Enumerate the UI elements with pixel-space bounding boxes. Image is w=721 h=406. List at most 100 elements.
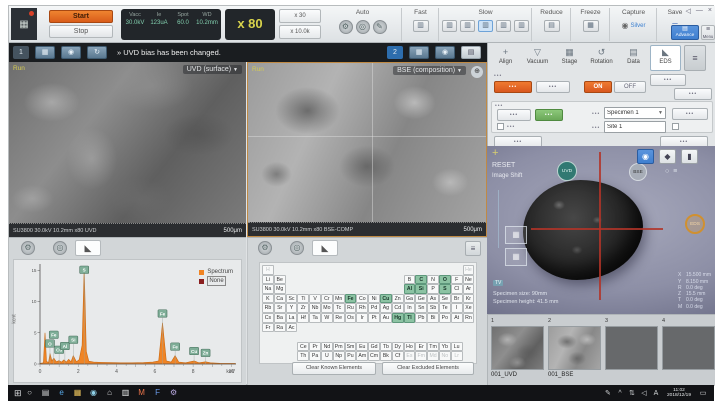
element-sr[interactable]: Sr [274,303,286,313]
tab-data[interactable]: ▤Data [618,45,649,71]
app-f-icon[interactable]: F [150,385,166,401]
periodic-auto-icon[interactable]: ◎ [290,241,304,255]
site-checkbox-2[interactable] [672,123,679,130]
sem-image-bse[interactable] [248,63,486,222]
element-np[interactable]: Np [333,351,345,361]
advance-mode-button[interactable]: ▤ Advance [671,25,699,40]
element-re[interactable]: Re [333,313,345,323]
element-sn[interactable]: Sn [415,303,427,313]
thumbnail-empty[interactable] [662,326,715,370]
auto-focus-icon[interactable]: ✎ [373,20,387,34]
element-w[interactable]: W [321,313,333,323]
panel-2-layout-icon[interactable]: ▦ [409,46,429,59]
element-ge[interactable]: Ge [415,294,427,304]
element-pb[interactable]: Pb [415,313,427,323]
element-o[interactable]: O [439,275,451,285]
search-icon[interactable]: ○ [22,385,38,401]
panel-2-badge[interactable]: 2 [387,46,403,59]
specimen-option-button[interactable]: ••• [672,108,708,120]
store-icon[interactable]: ▥ [118,385,134,401]
zoom-in-button[interactable]: ▦ [505,226,527,244]
tray-expand-icon[interactable]: ^ [614,390,626,397]
element-s[interactable]: S [439,284,451,294]
element-po[interactable]: Po [439,313,451,323]
element-ti[interactable]: Ti [297,294,309,304]
element-ca[interactable]: Ca [274,294,286,304]
scope-detector-button[interactable]: ▮ [681,149,698,164]
start-button[interactable]: Start [49,10,113,23]
thumbnail-slot-2[interactable]: 2001_BSE [548,318,603,384]
element-ho[interactable]: Ho [404,342,416,352]
panel-1-badge[interactable]: 1 [13,46,29,59]
element-cl[interactable]: Cl [451,284,463,294]
element-i[interactable]: I [451,303,463,313]
element-zn[interactable]: Zn [392,294,404,304]
panel-1-layout-icon[interactable]: ▦ [35,46,55,59]
menu-button[interactable]: ≡ Menu [701,25,715,40]
panel-2-capture-icon[interactable]: ◉ [435,46,455,59]
scan-fast-button[interactable]: ▥ [413,20,429,32]
thumbnail-slot-4[interactable]: 4 [662,318,717,384]
element-md[interactable]: Md [427,351,439,361]
element-hf[interactable]: Hf [297,313,309,323]
panel-1-capture-icon[interactable]: ◉ [61,46,81,59]
scan-slow-1-button[interactable]: ▥ [442,20,457,32]
element-bi[interactable]: Bi [427,313,439,323]
element-xe[interactable]: Xe [463,303,475,313]
specimen-button[interactable]: ••• [497,109,531,121]
action-center-icon[interactable]: ▭ [696,389,710,397]
element-cm[interactable]: Cm [368,351,380,361]
element-be[interactable]: Be [274,275,286,285]
element-no[interactable]: No [439,351,451,361]
eds-off-button[interactable]: OFF [614,81,646,93]
detector-select-uvd[interactable]: UVD (surface) ▼ [183,65,242,74]
spectrum-auto-icon[interactable]: ◎ [53,241,67,255]
element-au[interactable]: Au [380,313,392,323]
tab-rotation[interactable]: ↺Rotation [586,45,617,71]
legend-item-spectrum[interactable]: Spectrum [199,268,233,276]
element-gd[interactable]: Gd [368,342,380,352]
element-cs[interactable]: Cs [262,313,274,323]
element-ar[interactable]: Ar [463,284,475,294]
chamber-scope-view[interactable]: + RESET Image Shift ▦ ▦ UVD BSE ○ ≡ EDS … [487,146,715,314]
clear-excluded-elements-button[interactable]: Clear Excluded Elements [382,362,474,375]
element-co[interactable]: Co [356,294,368,304]
eds-on-button[interactable]: ON [584,81,612,93]
home-icon[interactable]: ⌂ [102,385,118,401]
element-pr[interactable]: Pr [309,342,321,352]
taskview-icon[interactable]: ▤ [38,385,54,401]
element-tl[interactable]: Tl [404,313,416,323]
element-in[interactable]: In [404,303,416,313]
element-ba[interactable]: Ba [274,313,286,323]
periodic-view-button[interactable]: ◣ [312,240,338,256]
taskbar-clock[interactable]: 11:02 2018/12/19 [667,388,691,399]
element-hg[interactable]: Hg [392,313,404,323]
auto-contrast-icon[interactable]: ◎ [356,20,370,34]
thumbnail-slot-1[interactable]: 1001_UVD [491,318,546,384]
element-la[interactable]: La [286,313,298,323]
minimize-button[interactable]: — [696,7,703,15]
scan-slow-5-button[interactable]: ▥ [514,20,529,32]
element-sc[interactable]: Sc [286,294,298,304]
element-ce[interactable]: Ce [297,342,309,352]
edge-icon[interactable]: e [54,385,70,401]
bse-detector-badge[interactable]: BSE [629,163,647,181]
tab-stage[interactable]: ▦Stage [554,45,585,71]
element-v[interactable]: V [309,294,321,304]
element-mg[interactable]: Mg [274,284,286,294]
detector-select-bse[interactable]: BSE (composition) ▼ [393,66,466,75]
element-ag[interactable]: Ag [380,303,392,313]
ime-icon[interactable]: A [650,390,662,397]
element-pu[interactable]: Pu [345,351,357,361]
element-pd[interactable]: Pd [368,303,380,313]
scope-options-toggle[interactable]: ○ ≡ [665,168,678,175]
tab-align[interactable]: +Align [490,45,521,71]
thumbnail-empty[interactable] [605,326,658,370]
mag-x30-button[interactable]: x 30 [279,9,321,23]
volume-icon[interactable]: ◁ [638,389,650,397]
element-he[interactable]: He [463,265,475,275]
element-rb[interactable]: Rb [262,303,274,313]
element-rn[interactable]: Rn [463,313,475,323]
audio-icon[interactable]: ◁ [686,7,691,15]
element-os[interactable]: Os [345,313,357,323]
